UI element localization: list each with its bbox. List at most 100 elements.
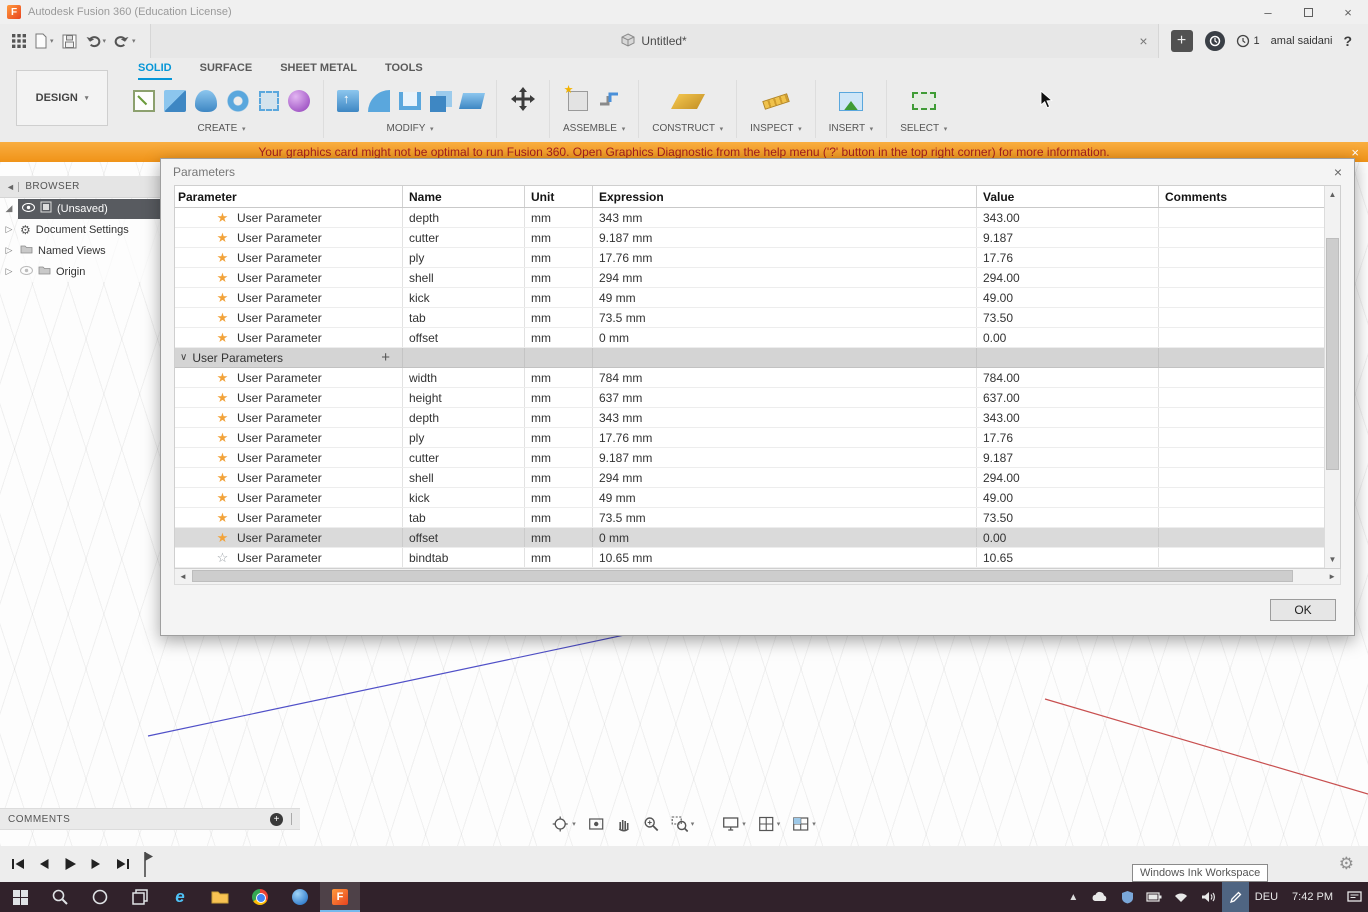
insert-image-icon[interactable] (838, 91, 863, 111)
param-unit-cell[interactable]: mm (525, 328, 593, 347)
param-expression-cell[interactable]: 0 mm (593, 528, 977, 547)
param-comment-cell[interactable] (1159, 228, 1324, 247)
minimize-button[interactable]: – (1248, 0, 1288, 24)
param-expression-cell[interactable]: 343 mm (593, 208, 977, 227)
favorite-star-icon[interactable]: ★ (215, 311, 230, 324)
timeline-play-button[interactable] (60, 854, 80, 874)
parameter-row[interactable]: ★ User Parameter width mm 784 mm 784.00 (175, 368, 1324, 388)
param-expression-cell[interactable]: 73.5 mm (593, 508, 977, 527)
param-comment-cell[interactable] (1159, 508, 1324, 527)
select-menu-button[interactable]: SELECT ▾ (900, 123, 947, 134)
ok-button[interactable]: OK (1270, 599, 1336, 621)
windows-ink-pen-icon[interactable] (1221, 882, 1249, 912)
horizontal-scrollbar[interactable]: ◄ ► (174, 569, 1341, 585)
close-button[interactable]: × (1328, 0, 1368, 24)
param-expression-cell[interactable]: 637 mm (593, 388, 977, 407)
param-unit-cell[interactable]: mm (525, 248, 593, 267)
parameter-row[interactable]: ★ User Parameter tab mm 73.5 mm 73.50 (175, 508, 1324, 528)
task-view-icon[interactable] (120, 882, 160, 912)
comments-resize-handle[interactable] (291, 813, 292, 825)
param-value-cell[interactable]: 294.00 (977, 468, 1159, 487)
joint-icon[interactable] (597, 87, 621, 116)
param-name-cell[interactable]: tab (403, 508, 525, 527)
param-unit-cell[interactable]: mm (525, 388, 593, 407)
favorite-star-icon[interactable]: ★ (215, 411, 230, 424)
timeline-position-marker[interactable] (140, 849, 154, 884)
zoom-window-button[interactable]: ▾ (668, 814, 698, 834)
param-value-cell[interactable]: 73.50 (977, 508, 1159, 527)
parameter-row[interactable]: ★ User Parameter depth mm 343 mm 343.00 (175, 208, 1324, 228)
redo-button[interactable]: ▾ (110, 28, 140, 54)
param-unit-cell[interactable]: mm (525, 288, 593, 307)
param-expression-cell[interactable]: 10.65 mm (593, 548, 977, 567)
measure-icon[interactable] (762, 92, 790, 110)
scroll-down-icon[interactable]: ▼ (1329, 551, 1337, 568)
scroll-up-icon[interactable]: ▲ (1329, 186, 1337, 203)
press-pull-icon[interactable] (337, 90, 359, 112)
blue-app-icon[interactable] (280, 882, 320, 912)
action-center-icon[interactable] (1341, 882, 1368, 912)
save-button[interactable] (58, 28, 81, 54)
expand-arrow-icon[interactable]: ▷ (0, 266, 18, 277)
job-status-icon[interactable] (1204, 31, 1225, 51)
document-tab[interactable]: Untitled* × (149, 24, 1159, 58)
new-document-tab-button[interactable]: + (1170, 30, 1193, 52)
defender-shield-icon[interactable] (1114, 882, 1141, 912)
param-value-cell[interactable]: 9.187 (977, 228, 1159, 247)
param-name-cell[interactable]: bindtab (403, 548, 525, 567)
favorite-star-icon[interactable]: ★ (215, 451, 230, 464)
param-unit-cell[interactable]: mm (525, 368, 593, 387)
tab-solid[interactable]: SOLID (138, 62, 172, 80)
shell-icon[interactable] (399, 92, 421, 110)
favorite-star-icon[interactable]: ★ (215, 291, 230, 304)
param-name-cell[interactable]: depth (403, 208, 525, 227)
inspect-menu-button[interactable]: INSPECT ▾ (750, 123, 801, 134)
favorite-star-icon[interactable]: ★ (215, 371, 230, 384)
timeline-settings-gear-icon[interactable]: ⚙ (1339, 854, 1354, 874)
param-unit-cell[interactable]: mm (525, 448, 593, 467)
favorite-star-icon[interactable]: ★ (215, 231, 230, 244)
expand-arrow-icon[interactable]: ▷ (0, 245, 18, 256)
zoom-button[interactable] (640, 814, 662, 834)
column-header[interactable]: Comments (1159, 186, 1324, 207)
create-menu-button[interactable]: CREATE ▾ (197, 123, 245, 134)
timeline-skip-start-button[interactable] (8, 854, 28, 874)
parameter-row[interactable]: ★ User Parameter ply mm 17.76 mm 17.76 (175, 428, 1324, 448)
insert-menu-button[interactable]: INSERT ▾ (829, 123, 874, 134)
param-comment-cell[interactable] (1159, 268, 1324, 287)
new-component-icon[interactable] (564, 83, 588, 111)
column-header[interactable]: Parameter (175, 186, 403, 207)
parameter-row[interactable]: ★ User Parameter ply mm 17.76 mm 17.76 (175, 248, 1324, 268)
user-parameters-section-row[interactable]: ∨ User Parameters + (175, 348, 1324, 368)
param-unit-cell[interactable]: mm (525, 488, 593, 507)
param-value-cell[interactable]: 0.00 (977, 528, 1159, 547)
favorite-star-icon[interactable]: ★ (215, 471, 230, 484)
param-name-cell[interactable]: width (403, 368, 525, 387)
param-unit-cell[interactable]: mm (525, 428, 593, 447)
param-comment-cell[interactable] (1159, 528, 1324, 547)
tab-tools[interactable]: TOOLS (385, 62, 423, 80)
tab-sheet-metal[interactable]: SHEET METAL (280, 62, 357, 80)
form-icon[interactable] (288, 90, 310, 112)
parameter-row[interactable]: ★ User Parameter height mm 637 mm 637.00 (175, 388, 1324, 408)
pan-button[interactable] (613, 814, 634, 834)
visibility-eye-icon[interactable] (21, 202, 36, 215)
visibility-eye-off-icon[interactable] (19, 265, 34, 278)
create-sketch-icon[interactable] (133, 90, 155, 112)
favorite-star-icon[interactable]: ★ (215, 531, 230, 544)
taskbar-search-icon[interactable] (40, 882, 80, 912)
volume-icon[interactable] (1195, 882, 1222, 912)
param-name-cell[interactable]: height (403, 388, 525, 407)
look-at-button[interactable] (585, 814, 607, 834)
column-header[interactable]: Expression (593, 186, 977, 207)
model-canvas[interactable]: ◄ BROWSER ◢ (Unsaved) ▷ ⚙ Document Setti… (0, 158, 1368, 846)
orbit-button[interactable]: ▾ (549, 814, 579, 834)
param-value-cell[interactable]: 9.187 (977, 448, 1159, 467)
box-icon[interactable] (164, 90, 186, 112)
param-value-cell[interactable]: 343.00 (977, 208, 1159, 227)
timeline-step-forward-button[interactable] (86, 854, 106, 874)
workspace-selector[interactable]: DESIGN ▾ (16, 70, 108, 126)
add-comment-icon[interactable]: + (270, 812, 283, 826)
parameter-row[interactable]: ★ User Parameter cutter mm 9.187 mm 9.187 (175, 448, 1324, 468)
param-expression-cell[interactable]: 9.187 mm (593, 448, 977, 467)
